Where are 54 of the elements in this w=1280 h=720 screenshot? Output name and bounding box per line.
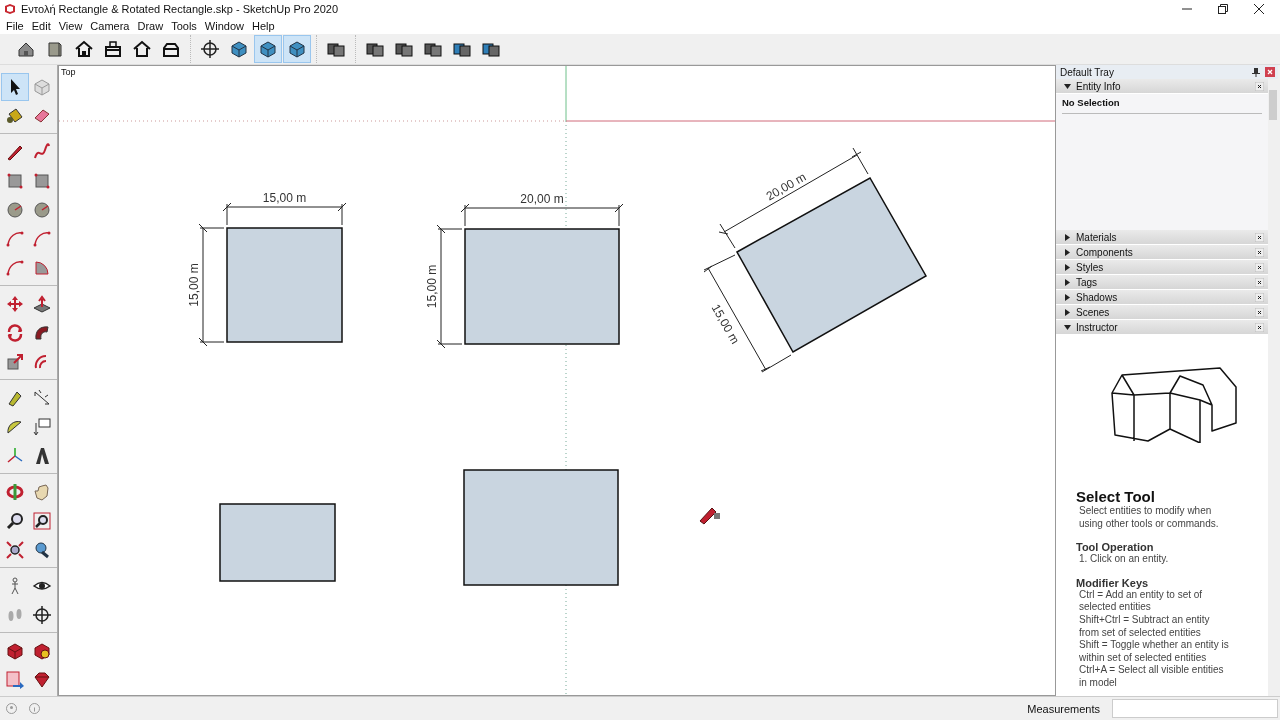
cube-icon[interactable] [254, 35, 282, 63]
panel-header[interactable]: Instructor [1056, 320, 1268, 335]
instructor-text: 1. Click on an entity. [1078, 553, 1170, 566]
window-title: Εντολή Rectangle & Rotated Rectangle.skp - SketchUp Pro 2020 [21, 3, 339, 15]
close-icon[interactable] [1255, 262, 1264, 272]
scrollbar[interactable] [1268, 79, 1278, 696]
selection-status: No Selection [1062, 97, 1262, 114]
tray-title: Default Tray [1060, 66, 1115, 78]
instructor-description: Select entities to modify when using other tools or commands. [1078, 505, 1220, 531]
panel-header[interactable]: Components [1056, 245, 1268, 260]
panel-header[interactable]: Materials [1056, 230, 1268, 245]
pointer-icon[interactable] [1, 73, 29, 101]
expanded-icon [1064, 323, 1071, 331]
app-logo-icon [4, 3, 16, 15]
close-icon[interactable] [1255, 277, 1264, 287]
section-heading: Tool Operation [1076, 541, 1154, 554]
measurements-label: Measurements [1027, 702, 1100, 715]
close-icon[interactable] [1255, 81, 1264, 91]
instructor-text: Shift+Ctrl = Subtract an entity from set of selected entities [1078, 613, 1211, 640]
pin-icon[interactable] [1252, 67, 1260, 77]
panel-header[interactable]: Entity Info [1056, 79, 1268, 94]
menu-item[interactable]: File [2, 20, 28, 32]
menu-item[interactable]: Camera [86, 20, 134, 32]
close-icon[interactable] [1255, 307, 1264, 317]
dimension-label: 15,00 m [187, 263, 201, 307]
close-icon[interactable] [1255, 232, 1264, 242]
close-icon[interactable] [1255, 247, 1264, 257]
instructor-text: Shift = Toggle whether an entity is within set of selected entities [1078, 639, 1229, 665]
cube-icon[interactable] [283, 35, 311, 63]
panel-header[interactable]: Styles [1056, 260, 1268, 275]
view-label: Top [61, 67, 76, 77]
menu-item[interactable]: View [54, 20, 87, 32]
close-icon[interactable] [1254, 4, 1264, 14]
panel-header[interactable]: Shadows [1056, 290, 1268, 305]
instructor-text: Ctrl+A = Select all visible entities in model [1078, 664, 1225, 690]
expanded-icon [1064, 82, 1071, 90]
close-icon[interactable] [1255, 292, 1264, 302]
section-heading: Modifier Keys [1076, 576, 1149, 589]
measurements-field[interactable] [1112, 699, 1278, 718]
instructor-title: Select Tool [1076, 489, 1156, 505]
dimension-label: 15,00 m [262, 191, 307, 205]
pencil-cursor-icon [699, 507, 720, 525]
menu-item[interactable]: Help [247, 20, 279, 32]
instructor-text: Ctrl = Add an entity to set of selected entities [1078, 588, 1204, 614]
panel-header[interactable]: Scenes [1056, 305, 1268, 320]
menu-item[interactable]: Window [200, 20, 248, 32]
close-icon[interactable] [1255, 322, 1264, 332]
dimension-label: 15,00 m [425, 264, 439, 309]
menu-item[interactable]: Edit [27, 20, 55, 32]
dimension-label: 20,00 m [520, 192, 564, 206]
menu-item[interactable]: Draw [133, 20, 168, 32]
panel-header[interactable]: Tags [1056, 275, 1268, 290]
restore-icon[interactable] [1218, 4, 1228, 14]
menu-item[interactable]: Tools [167, 20, 201, 32]
